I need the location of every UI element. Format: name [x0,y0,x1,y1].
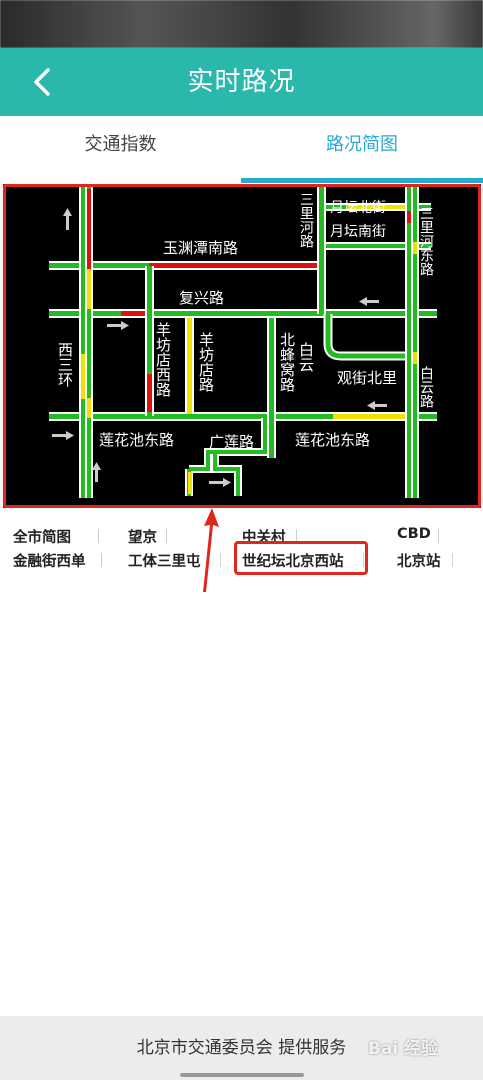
label-yuetan-bei: 月坛北街 [330,200,386,216]
road-lianhuachi [49,412,437,421]
road-sanlihe [317,184,326,314]
active-tab-indicator [241,178,483,183]
status-bar [0,0,483,48]
road-yangfangdianxi [145,266,154,416]
label-fuxing: 复兴路 [179,289,224,307]
label-xisanhuan: 西三环 [56,342,74,387]
label-sanlihe-dong: 三里河东路 [418,206,434,276]
tab-traffic-index[interactable]: 交通指数 [0,116,241,184]
road-xisanhuan [79,184,93,498]
label-baiyun: 白云 [297,342,315,372]
home-indicator[interactable] [180,1073,304,1077]
page-title: 实时路况 [187,67,296,97]
label-yuyuantan: 玉渊潭南路 [163,239,238,257]
label-lianhuachi-west: 莲花池东路 [99,431,174,449]
label-yuetan-nan: 月坛南街 [330,224,386,240]
separator [438,529,439,543]
shortcut-cbd[interactable]: CBD [397,526,431,542]
road-sanlihe-dong [405,184,419,498]
watermark-text: Bai 经验 [368,1039,439,1059]
shortcut-wangjing[interactable]: 望京 [128,526,157,547]
road-baiyun-curve [323,314,413,361]
label-lianhuachi-east: 莲花池东路 [295,431,370,449]
tab-traffic-map[interactable]: 路况简图 [241,116,483,184]
traffic-map[interactable]: 玉渊潭南路 复兴路 莲花池东路 广莲路 莲花池东路 月坛北街 月坛南街 观街北里… [3,184,481,508]
label-sanlihe: 三里河路 [298,192,314,248]
separator [101,553,102,567]
separator [98,529,99,543]
shortcut-panel [0,508,483,1016]
link-highlight-box [234,541,368,575]
road-fuxing [49,309,437,318]
label-yangfangdianxi: 羊坊店西路 [154,322,172,397]
traffic-map-drawing: 玉渊潭南路 复兴路 莲花池东路 广莲路 莲花池东路 月坛北街 月坛南街 观街北里… [49,184,437,498]
shortcut-beijingzhan[interactable]: 北京站 [397,550,441,571]
label-yangfangdian: 羊坊店路 [197,332,215,392]
road-yangfangdian [185,318,194,414]
label-guanjie: 观街北里 [337,369,397,387]
shortcut-jinrongjie[interactable]: 金融街西单 [13,550,86,571]
label-beifengwo: 北蜂窝路 [278,332,296,392]
shortcut-city[interactable]: 全市简图 [13,526,71,547]
tab-bar: 交通指数 路况简图 [0,116,483,184]
label-baiyunlu: 白云路 [418,366,434,408]
label-guanglian: 广莲路 [209,433,254,451]
pointer-arrow-icon [203,508,219,592]
separator [452,553,453,567]
separator [166,529,167,543]
